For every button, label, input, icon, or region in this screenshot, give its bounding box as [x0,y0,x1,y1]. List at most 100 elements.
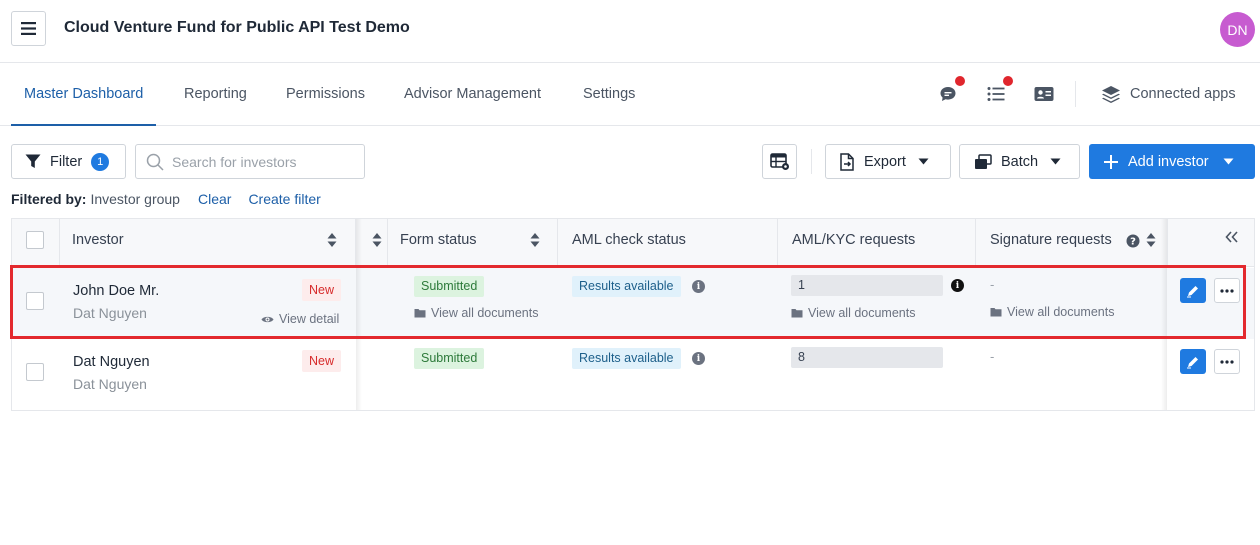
svg-text:?: ? [1130,237,1136,248]
column-header-signature[interactable]: Signature requests [990,219,1112,267]
form-docs-link[interactable]: View all documents [414,306,538,320]
sort-icon[interactable] [530,232,540,248]
aml-kyc-count: 8 [791,347,943,368]
column-separator [557,219,558,267]
task-list-button[interactable] [985,76,1013,105]
contact-card-button[interactable] [1033,83,1055,105]
export-label: Export [864,153,906,170]
notification-dot [1003,76,1013,86]
folder-icon [791,309,803,318]
more-options-button[interactable] [1214,278,1240,303]
chevron-down-icon [1223,158,1234,165]
edit-button[interactable] [1180,349,1206,374]
aml-status-tag: Results available [572,276,681,297]
view-detail-link[interactable]: View detail [261,312,339,326]
investor-subname: Dat Nguyen [73,376,147,392]
form-status-tag: Submitted [414,276,485,297]
user-avatar[interactable]: DN [1220,12,1255,47]
table-row[interactable]: Dat Nguyen Dat Nguyen New Submitted Resu… [12,339,1254,410]
investor-table: Investor Form status AML check status AM… [11,218,1255,411]
hamburger-menu-button[interactable] [11,11,46,46]
export-button[interactable]: Export [825,144,951,179]
aml-status-tag: Results available [572,348,681,369]
tab-reporting[interactable]: Reporting [184,63,247,125]
column-settings-button[interactable] [762,144,797,179]
tab-permissions[interactable]: Permissions [286,63,365,125]
add-investor-label: Add investor [1128,153,1209,170]
chevron-down-icon [918,158,929,165]
toolbar-divider [811,149,812,174]
select-all-checkbox[interactable] [26,231,44,249]
search-input[interactable] [172,153,362,170]
help-icon[interactable]: ? [1126,234,1140,248]
notification-dot [955,76,965,86]
form-status-tag: Submitted [414,348,485,369]
copy-stack-icon [975,153,992,169]
column-separator [975,219,976,267]
tab-advisor-management[interactable]: Advisor Management [404,63,541,125]
aml-kyc-docs-label: View all documents [808,306,916,320]
search-box[interactable] [135,144,365,179]
main-nav: Master Dashboard Reporting Permissions A… [0,63,1260,126]
add-investor-button[interactable]: Add investor [1089,144,1255,179]
aml-kyc-count: 1 [791,275,943,296]
folder-icon [990,308,1002,317]
app-title: Cloud Venture Fund for Public API Test D… [64,19,410,36]
batch-label: Batch [1001,153,1039,170]
status-badge: New [302,279,342,301]
column-header-investor[interactable]: Investor [72,219,124,267]
edit-button[interactable] [1180,278,1206,303]
sticky-column-shadow [356,219,362,410]
table-header: Investor Form status AML check status AM… [12,219,1254,267]
more-options-button[interactable] [1214,349,1240,374]
signature-value: - [990,277,995,292]
contact-card-icon [1034,87,1054,101]
filter-value: Investor group [90,191,180,207]
column-header-form-status[interactable]: Form status [400,219,477,267]
batch-button[interactable]: Batch [959,144,1080,179]
table-settings-icon [769,152,789,170]
investor-name[interactable]: Dat Nguyen [73,354,150,370]
signature-docs-link[interactable]: View all documents [990,305,1114,319]
info-icon[interactable]: i [951,279,964,292]
nav-divider [1075,81,1076,107]
investor-subname: Dat Nguyen [73,305,147,321]
clear-filter-link[interactable]: Clear [198,191,231,207]
status-badge: New [302,350,342,372]
column-separator [777,219,778,267]
hamburger-icon [21,22,36,35]
funnel-icon [25,154,41,168]
row-checkbox[interactable] [26,363,44,381]
layers-icon [1102,86,1120,103]
info-icon[interactable]: i [692,352,705,365]
signature-value: - [990,349,995,364]
info-icon[interactable]: i [692,280,705,293]
filter-count-badge: 1 [91,152,110,171]
more-dots-icon [1220,359,1234,364]
filter-button[interactable]: Filter 1 [11,144,126,179]
tab-master-dashboard[interactable]: Master Dashboard [10,63,157,126]
row-checkbox[interactable] [26,292,44,310]
pen-icon [1187,285,1198,297]
connected-apps-label: Connected apps [1130,86,1236,102]
filter-label: Filter [50,153,83,170]
sort-icon[interactable] [327,232,337,248]
pen-icon [1187,356,1198,368]
aml-kyc-docs-link[interactable]: View all documents [791,306,915,320]
connected-apps-button[interactable]: Connected apps [1101,83,1236,105]
table-row[interactable]: John Doe Mr. Dat Nguyen New View detail … [12,268,1254,339]
create-filter-link[interactable]: Create filter [248,191,320,207]
column-separator [387,219,388,267]
collapse-double-chevron-icon[interactable] [1225,231,1239,243]
tab-settings[interactable]: Settings [583,63,635,125]
folder-icon [414,309,426,318]
eye-icon [261,316,274,322]
form-docs-label: View all documents [431,306,539,320]
sort-icon[interactable] [1146,232,1156,248]
chat-icon [940,87,956,101]
active-filter-bar: Filtered by: Investor group Clear Create… [11,191,321,207]
investor-name[interactable]: John Doe Mr. [73,283,159,299]
top-header: Cloud Venture Fund for Public API Test D… [0,0,1260,63]
sort-icon[interactable] [372,232,382,248]
chat-button[interactable] [937,76,965,105]
